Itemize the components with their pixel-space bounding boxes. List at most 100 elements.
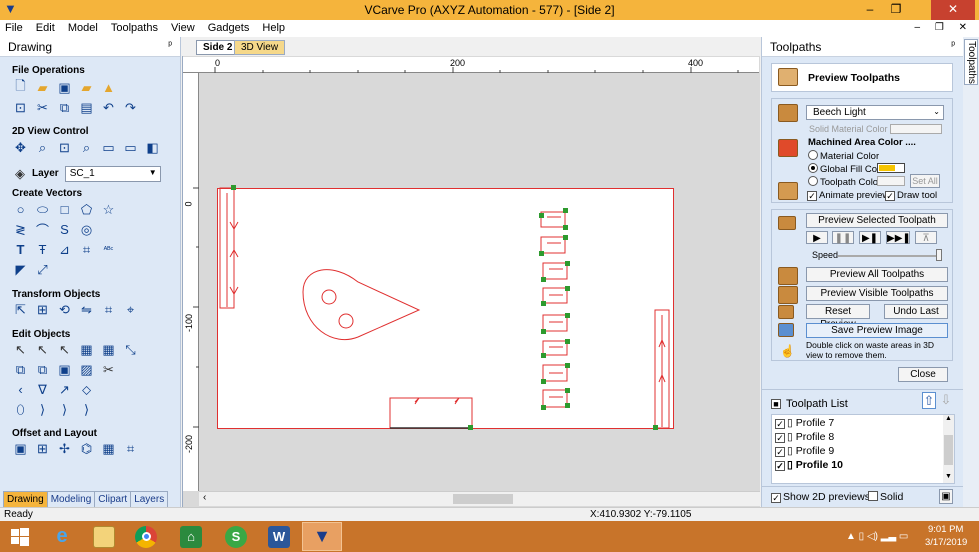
zoom-extents-icon[interactable]: ⊡: [56, 139, 73, 156]
taskbar-explorer[interactable]: [84, 522, 124, 551]
smooth-icon[interactable]: ⟩: [34, 401, 51, 418]
center-icon[interactable]: ⌖: [122, 301, 139, 318]
mdi-window-controls[interactable]: – ❐ ✕: [915, 22, 973, 33]
reset-preview-button[interactable]: Reset Preview: [806, 304, 870, 330]
scale-icon[interactable]: ⌗: [100, 301, 117, 318]
scroll-down-icon[interactable]: ▼: [945, 473, 952, 480]
nest-icon[interactable]: ⌬: [78, 440, 95, 457]
polygon-icon[interactable]: ⬠: [78, 201, 95, 218]
move-up-icon[interactable]: ⇧: [922, 392, 936, 409]
weld-icon[interactable]: ⧉: [12, 361, 29, 378]
menu-view[interactable]: View: [166, 20, 200, 34]
scrollbar-thumb[interactable]: [944, 435, 953, 465]
text-icon[interactable]: T: [12, 241, 29, 258]
tab-3d-view[interactable]: 3D View: [234, 40, 286, 55]
restore-button[interactable]: ❐: [883, 0, 909, 20]
solid-checkbox[interactable]: Solid: [868, 491, 903, 503]
view-split-icon[interactable]: ▭: [100, 139, 117, 156]
spiral-icon[interactable]: ◎: [78, 221, 95, 238]
import-icon[interactable]: ▰: [78, 79, 95, 96]
taskbar-ie[interactable]: e: [42, 522, 82, 551]
taskbar-app-s[interactable]: S: [216, 522, 256, 551]
node-edit-icon[interactable]: ↖: [34, 341, 51, 358]
pin-icon[interactable]: ᵖ: [168, 40, 172, 51]
menu-edit[interactable]: Edit: [31, 20, 60, 34]
menu-toolpaths[interactable]: Toolpaths: [106, 20, 163, 34]
pause-icon[interactable]: ❚❚: [832, 231, 854, 244]
save-icon[interactable]: ▣: [56, 79, 73, 96]
show-2d-previews-checkbox[interactable]: ✓ Show 2D previews: [771, 491, 870, 503]
menu-gadgets[interactable]: Gadgets: [203, 20, 255, 34]
speed-slider-track[interactable]: [838, 255, 938, 257]
undo-last-button[interactable]: Undo Last: [884, 304, 948, 319]
system-tray-icons[interactable]: ▲ ▯ ◁) ▂▃ ▭: [846, 531, 908, 542]
zoom-icon[interactable]: ⌕: [34, 139, 51, 156]
view-sheet-icon[interactable]: ◧: [144, 139, 161, 156]
move-down-icon[interactable]: ⇩: [939, 392, 953, 409]
taskbar-word[interactable]: W: [259, 522, 299, 551]
tab-modeling[interactable]: Modeling: [46, 491, 96, 507]
move-icon[interactable]: ⇱: [12, 301, 29, 318]
set-all-button[interactable]: Set All: [910, 174, 940, 188]
scissors-icon[interactable]: ✂: [100, 361, 117, 378]
solid-color-swatch[interactable]: [890, 124, 942, 134]
save-preview-image-button[interactable]: Save Preview Image: [806, 323, 948, 338]
arc-icon[interactable]: ⌒: [34, 221, 51, 238]
chamfer-icon[interactable]: ∇: [34, 381, 51, 398]
tab-drawing[interactable]: Drawing: [3, 491, 48, 507]
dimension-icon[interactable]: ⊿: [56, 241, 73, 258]
preview-all-button[interactable]: Preview All Toolpaths: [806, 267, 948, 282]
offset-icon[interactable]: ▣: [12, 440, 29, 457]
array-icon[interactable]: ⊞: [34, 440, 51, 457]
draw-tool-checkbox[interactable]: ✓ Draw tool: [885, 190, 937, 201]
vector-drawing[interactable]: [183, 57, 759, 491]
trim-icon[interactable]: ▨: [78, 361, 95, 378]
block-copy-icon[interactable]: ▦: [100, 440, 117, 457]
ungroup-icon[interactable]: ▦: [100, 341, 117, 358]
global-fill-color-picker[interactable]: [877, 163, 905, 173]
view-grid-icon[interactable]: ▭: [122, 139, 139, 156]
toolpath-color-radio[interactable]: Toolpath Color: [808, 176, 881, 188]
join-icon[interactable]: ⬦: [78, 381, 95, 398]
tab-side-2[interactable]: Side 2: [196, 40, 240, 55]
rotate-icon[interactable]: ⟲: [56, 301, 73, 318]
fillet-icon[interactable]: ‹: [12, 381, 29, 398]
bottom-pocket-vector[interactable]: [389, 397, 473, 429]
curve-fit-icon[interactable]: ⟩: [56, 401, 73, 418]
global-fill-color-radio[interactable]: Global Fill Color: [808, 163, 888, 175]
teardrop-hole-1[interactable]: [321, 289, 337, 305]
mirror-icon[interactable]: ⇋: [78, 301, 95, 318]
summary-icon[interactable]: ▣: [939, 489, 953, 504]
pan-icon[interactable]: ✥: [12, 139, 29, 156]
animate-preview-checkbox[interactable]: ✓ Animate preview: [807, 190, 889, 201]
redo-icon[interactable]: ↷: [122, 99, 139, 116]
ellipse-icon[interactable]: ⬭: [34, 201, 51, 218]
toolpath-item[interactable]: ✓ ▯ Profile 8: [775, 431, 834, 443]
preview-selected-button[interactable]: Preview Selected Toolpath: [806, 213, 948, 228]
teardrop-vector[interactable]: [302, 269, 421, 341]
rectangle-icon[interactable]: □: [56, 201, 73, 218]
menu-model[interactable]: Model: [63, 20, 103, 34]
taskbar-vcarve[interactable]: ▼: [302, 522, 342, 551]
layer-select[interactable]: SC_1 ▼: [64, 165, 161, 182]
preview-visible-button[interactable]: Preview Visible Toolpaths: [806, 286, 948, 301]
cut-icon[interactable]: ✂: [34, 99, 51, 116]
text-vectors[interactable]: [540, 211, 568, 408]
minimize-button[interactable]: –: [857, 0, 883, 20]
pin-icon[interactable]: ᵖ: [951, 40, 955, 51]
node-add-icon[interactable]: ↖: [56, 341, 73, 358]
toolpath-list-collapse-icon[interactable]: ■: [771, 398, 783, 409]
draw-tool-icon[interactable]: ◤: [12, 261, 29, 278]
scroll-up-icon[interactable]: ▲: [945, 415, 952, 422]
intersect-icon[interactable]: ▣: [56, 361, 73, 378]
stop-icon[interactable]: ⊼: [915, 231, 937, 244]
close-button[interactable]: ✕: [931, 0, 975, 20]
scroll-left-icon[interactable]: ‹: [203, 492, 206, 503]
extend-icon[interactable]: ↗: [56, 381, 73, 398]
curve-icon[interactable]: S: [56, 221, 73, 238]
toolpath-item[interactable]: ✓ ▯ Profile 7: [775, 417, 834, 429]
scrollbar-thumb[interactable]: [453, 494, 513, 504]
new-file-icon[interactable]: 🗋: [12, 78, 29, 96]
measure-icon[interactable]: ⤡: [122, 341, 139, 358]
material-color-radio[interactable]: Material Color: [808, 150, 879, 162]
